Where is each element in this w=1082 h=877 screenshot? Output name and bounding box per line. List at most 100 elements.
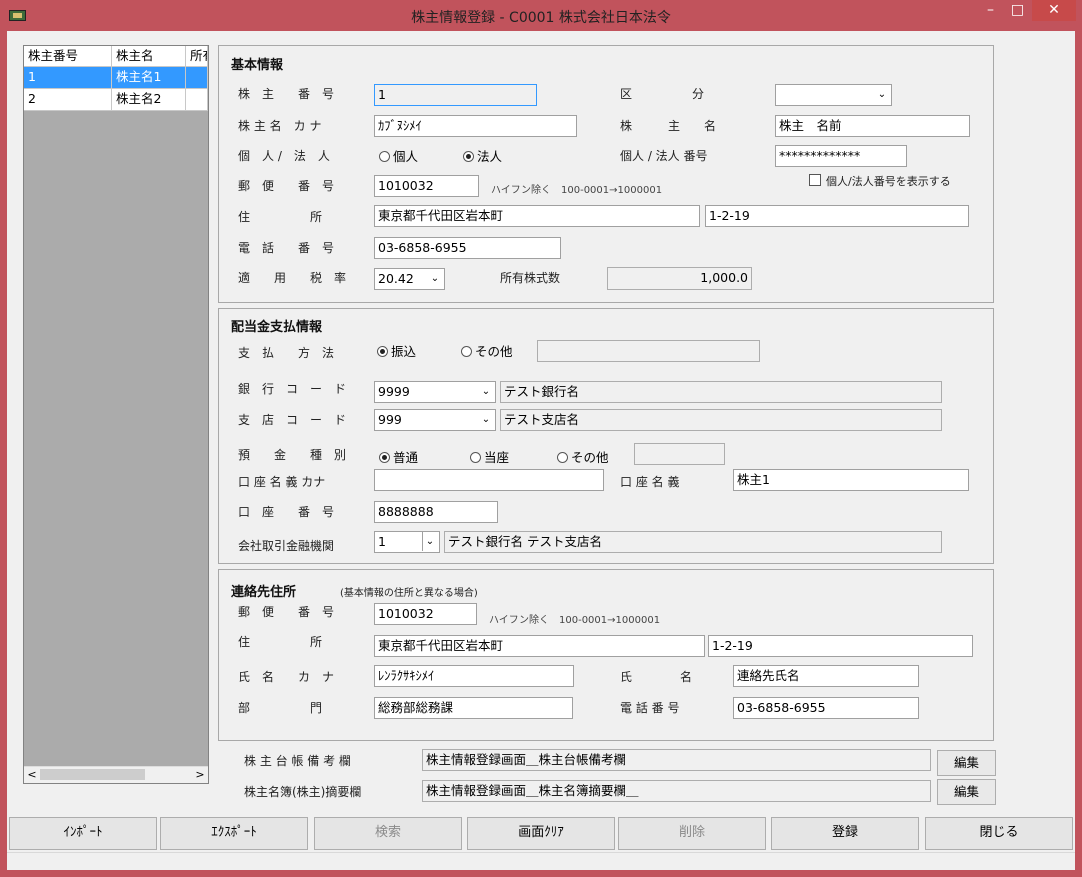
radio-deposit-other-label: その他: [571, 450, 609, 465]
radio-selected-icon: [377, 346, 388, 357]
minimize-button[interactable]: –: [978, 0, 1003, 21]
maximize-button[interactable]: □: [1005, 0, 1030, 21]
tax-rate-value: 20.42: [378, 271, 414, 286]
bank-name-field: テスト銀行名: [500, 381, 942, 403]
address2-field[interactable]: 1-2-19: [705, 205, 969, 227]
contact-postal-field[interactable]: 1010032: [374, 603, 477, 625]
account-name-field[interactable]: 株主1: [733, 469, 969, 491]
fin-label: 会社取引金融機関: [238, 539, 335, 553]
radio-deposit-normal-label: 普通: [393, 450, 419, 465]
contact-address1-field[interactable]: 東京都千代田区岩本町: [374, 635, 705, 657]
tax-rate-select[interactable]: 20.42 ⌄: [374, 268, 445, 290]
grid-row-2-shares[interactable]: [186, 89, 208, 111]
contact-dept-label: 部 門: [238, 701, 323, 715]
category-select[interactable]: ⌄: [775, 84, 892, 106]
address-label: 住 所: [238, 210, 323, 224]
show-id-checkbox[interactable]: [809, 174, 821, 186]
contact-name-field[interactable]: 連絡先氏名: [733, 665, 919, 687]
holder-list-grid[interactable]: [23, 45, 209, 784]
radio-individual[interactable]: 個人: [379, 146, 418, 165]
shares-field: 1,000.0: [607, 267, 752, 290]
radio-deposit-normal[interactable]: 普通: [379, 447, 418, 466]
bank-code-value: 9999: [378, 384, 410, 399]
grid-header-holder-name[interactable]: 株主名: [112, 46, 186, 67]
import-button[interactable]: ｲﾝﾎﾟｰﾄ: [9, 817, 157, 850]
close-button[interactable]: 閉じる: [925, 817, 1073, 850]
address1-field[interactable]: 東京都千代田区岩本町: [374, 205, 700, 227]
contact-postal-hint: ハイフン除く 100-0001→1000001: [489, 615, 661, 626]
ledger-note-label: 株 主 台 帳 備 考 欄: [244, 754, 351, 768]
register-edit-button[interactable]: 編集: [937, 779, 996, 805]
holder-no-field[interactable]: 1: [374, 84, 537, 106]
account-name-label: 口 座 名 義: [620, 475, 680, 489]
close-window-button[interactable]: ✕: [1032, 0, 1076, 21]
chevron-down-icon: ⌄: [877, 89, 887, 100]
radio-selected-icon: [463, 151, 474, 162]
postal-hint: ハイフン除く 100-0001→1000001: [491, 185, 663, 196]
id-no-label: 個人 / 法人 番号: [620, 149, 708, 163]
scroll-right-icon[interactable]: >: [194, 767, 206, 782]
postal-field[interactable]: 1010032: [374, 175, 479, 197]
branch-name-field: テスト支店名: [500, 409, 942, 431]
contact-name-label: 氏 名: [620, 670, 693, 684]
search-button[interactable]: 検索: [314, 817, 462, 850]
grid-header-shares[interactable]: 所有: [186, 46, 208, 67]
contact-title: 連絡先住所: [231, 585, 297, 600]
category-label: 区 分: [620, 87, 705, 101]
radio-circle-icon: [379, 151, 390, 162]
radio-method-other[interactable]: その他: [461, 341, 513, 360]
radio-deposit-current-label: 当座: [484, 450, 510, 465]
branch-code-select[interactable]: 999 ⌄: [374, 409, 496, 431]
contact-address2-field[interactable]: 1-2-19: [708, 635, 973, 657]
kana-label: 株 主 名 カ ナ: [238, 119, 322, 133]
grid-row-1-name[interactable]: 株主名1: [112, 67, 186, 89]
contact-dept-field[interactable]: 総務部総務課: [374, 697, 573, 719]
radio-method-transfer-label: 振込: [391, 344, 417, 359]
contact-address-label: 住 所: [238, 635, 323, 649]
scroll-left-icon[interactable]: <: [26, 767, 38, 782]
id-no-field[interactable]: *************: [775, 145, 907, 167]
branch-code-label: 支 店 コ ー ド: [238, 413, 347, 427]
account-kana-label: 口 座 名 義 カナ: [238, 475, 326, 489]
radio-corporate[interactable]: 法人: [463, 146, 502, 165]
clear-screen-button[interactable]: 画面ｸﾘｱ: [467, 817, 615, 850]
kana-field[interactable]: ｶﾌﾞﾇｼﾒｲ: [374, 115, 577, 137]
contact-kana-field[interactable]: ﾚﾝﾗｸｻｷｼﾒｲ: [374, 665, 574, 687]
dividend-title: 配当金支払情報: [231, 320, 323, 335]
register-note-field: 株主情報登録画面＿株主名簿摘要欄＿: [422, 780, 931, 802]
contact-phone-field[interactable]: 03-6858-6955: [733, 697, 919, 719]
radio-individual-label: 個人: [393, 149, 419, 164]
tax-rate-label: 適 用 税 率: [238, 271, 347, 285]
basic-info-title: 基本情報: [231, 58, 284, 73]
fin-name-field: テスト銀行名 テスト支店名: [444, 531, 942, 553]
fin-value: 1: [378, 534, 386, 549]
radio-deposit-current[interactable]: 当座: [470, 447, 509, 466]
register-button[interactable]: 登録: [771, 817, 919, 850]
radio-circle-icon: [557, 452, 568, 463]
holder-name-field[interactable]: 株主 名前: [775, 115, 970, 137]
deposit-label: 預 金 種 別: [238, 448, 347, 462]
grid-row-1-no[interactable]: 1: [24, 67, 112, 89]
radio-method-transfer[interactable]: 振込: [377, 341, 416, 360]
grid-row-2-no[interactable]: 2: [24, 89, 112, 111]
window-title: 株主情報登録 - C0001 株式会社日本法令: [411, 10, 671, 26]
ledger-edit-button[interactable]: 編集: [937, 750, 996, 776]
radio-deposit-other[interactable]: その他: [557, 447, 609, 466]
account-kana-field[interactable]: [374, 469, 604, 491]
grid-row-1-shares[interactable]: [186, 67, 208, 89]
radio-corporate-label: 法人: [477, 149, 503, 164]
status-bar: [7, 852, 1075, 870]
scroll-thumb[interactable]: [40, 769, 145, 780]
holder-name-label: 株 主 名: [620, 119, 717, 133]
export-button[interactable]: ｴｸｽﾎﾟｰﾄ: [160, 817, 308, 850]
fin-select[interactable]: 1 ⌄: [374, 531, 440, 553]
grid-header-holder-no[interactable]: 株主番号: [24, 46, 112, 67]
delete-button[interactable]: 削除: [618, 817, 766, 850]
phone-field[interactable]: 03-6858-6955: [374, 237, 561, 259]
grid-row-2-name[interactable]: 株主名2: [112, 89, 186, 111]
deposit-other-field: [634, 443, 725, 465]
holder-no-label: 株 主 番 号: [238, 87, 335, 101]
account-no-field[interactable]: 8888888: [374, 501, 498, 523]
radio-method-other-label: その他: [475, 344, 513, 359]
bank-code-select[interactable]: 9999 ⌄: [374, 381, 496, 403]
